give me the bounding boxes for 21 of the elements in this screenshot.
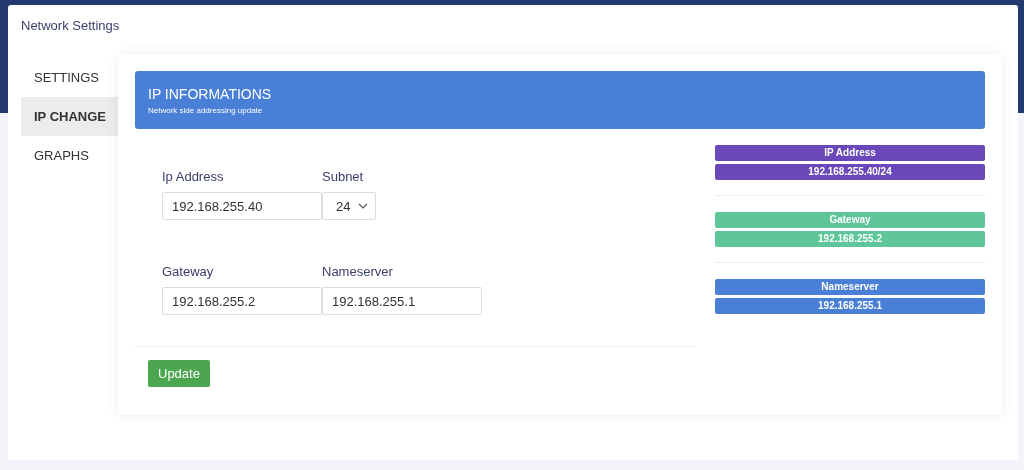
text-input[interactable]: 192.168.255.2: [162, 287, 322, 315]
sidebar-tab[interactable]: IP CHANGE: [21, 97, 118, 136]
window-title: Network Settings: [21, 18, 121, 35]
sidebar-tab[interactable]: GRAPHS: [21, 136, 118, 175]
header-subtitle: Network side addressing update: [148, 106, 264, 115]
field-label: Nameserver: [322, 264, 394, 281]
summary-label: IP Address: [715, 145, 985, 161]
subnet-select[interactable]: 24: [322, 192, 376, 220]
sidebar-tab[interactable]: SETTINGS: [21, 58, 118, 97]
text-input[interactable]: 192.168.255.40: [162, 192, 322, 220]
header-title: IP INFORMATIONS: [148, 86, 273, 102]
summary-label: Nameserver: [715, 279, 985, 295]
summary-value: 192.168.255.1: [715, 298, 985, 314]
summary-value: 192.168.255.40/24: [715, 164, 985, 180]
chevron-down-icon: [358, 203, 368, 209]
field-label: Ip Address: [162, 169, 225, 186]
field-label: Gateway: [162, 264, 215, 281]
summary-label: Gateway: [715, 212, 985, 228]
field-label: Subnet: [322, 169, 365, 186]
summary-value: 192.168.255.2: [715, 231, 985, 247]
text-input[interactable]: 192.168.255.1: [322, 287, 482, 315]
